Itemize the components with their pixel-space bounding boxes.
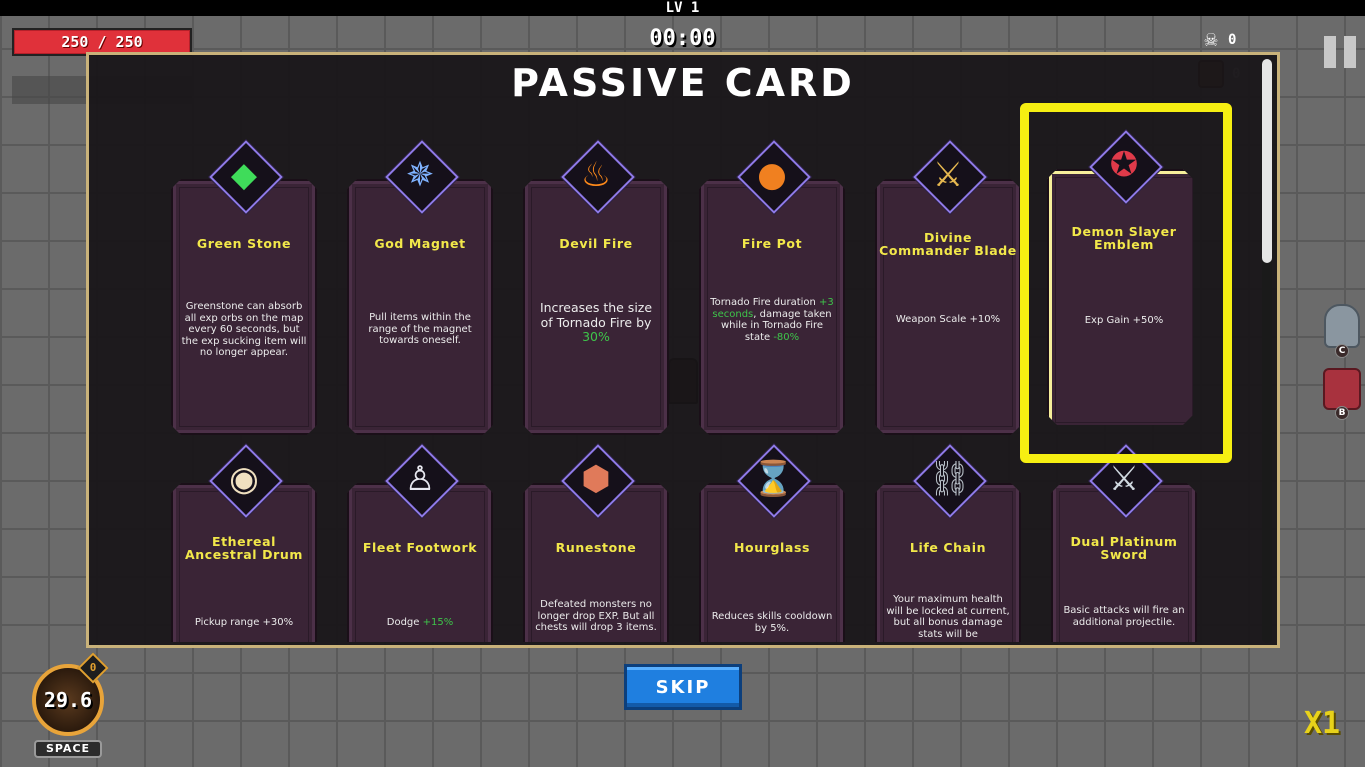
fire-pot-icon: ● xyxy=(757,155,787,195)
card-icon-frame: ◉ xyxy=(210,445,278,513)
pause-icon-bar xyxy=(1344,36,1356,68)
crossed-swords-icon: ⚔ xyxy=(1108,459,1140,499)
game-speed[interactable]: X1 xyxy=(1304,706,1340,741)
fire-icon: ♨ xyxy=(580,155,612,195)
card-name: Dual Platinum Sword xyxy=(1070,534,1178,562)
magnet-star-icon: ✵ xyxy=(405,155,435,195)
card-icon-frame: ◆ xyxy=(210,141,278,209)
runestone-icon: ⬢ xyxy=(581,459,611,499)
bag-icon xyxy=(1323,368,1361,410)
kill-count: 0 xyxy=(1228,32,1237,48)
card-icon-frame: ♙ xyxy=(386,445,454,513)
card-icon-frame: ⚔ xyxy=(914,141,982,209)
card-description: Basic attacks will fire an additional pr… xyxy=(1063,605,1185,628)
card-description: Tornado Fire duration +3 seconds, damage… xyxy=(710,297,834,343)
card-description: Your maximum health will be locked at cu… xyxy=(886,594,1010,640)
skip-button[interactable]: SKIP xyxy=(624,664,742,710)
selection-highlight xyxy=(1020,103,1232,463)
helmet-key: C xyxy=(1335,344,1349,358)
card-name: Fleet Footwork xyxy=(362,540,478,555)
card-description: Dodge +15% xyxy=(386,617,454,628)
skill-key-label: SPACE xyxy=(34,740,102,758)
drum-icon: ◉ xyxy=(229,459,259,499)
skull-icon: ☠ xyxy=(1204,27,1218,52)
game-timer: 00:00 xyxy=(649,26,716,51)
card-description: Defeated monsters no longer drop EXP. Bu… xyxy=(535,599,657,633)
card-name: Ethereal Ancestral Drum xyxy=(185,534,303,562)
skill-badge-count: 0 xyxy=(89,661,97,674)
card-icon-frame: ⌛ xyxy=(738,445,806,513)
footwork-icon: ♙ xyxy=(404,459,436,499)
card-frame xyxy=(875,179,1021,435)
card-description: Reduces skills cooldown by 5%. xyxy=(711,611,833,634)
scrollbar-thumb[interactable] xyxy=(1262,59,1272,263)
card-name: Green Stone xyxy=(196,236,292,251)
card-description: Pull items within the range of the magne… xyxy=(368,312,472,346)
card-name: Fire Pot xyxy=(741,236,803,251)
hourglass-icon: ⌛ xyxy=(752,459,795,499)
equipment-bag[interactable]: B xyxy=(1322,368,1362,420)
helmet-icon xyxy=(1324,304,1360,348)
card-description: Pickup range +30% xyxy=(194,617,294,628)
equipment-helmet[interactable]: C xyxy=(1322,304,1362,358)
level-indicator: LV 1 xyxy=(665,0,700,16)
pause-button[interactable] xyxy=(1324,36,1358,68)
card-icon-frame: ⛓ xyxy=(914,445,982,513)
chain-icon: ⛓ xyxy=(928,459,972,499)
card-description: Greenstone can absorb all exp orbs on th… xyxy=(181,301,307,358)
card-name: Divine Commander Blade xyxy=(879,230,1017,258)
card-name: Life Chain xyxy=(909,540,987,555)
card-name: God Magnet xyxy=(374,236,466,251)
scrollbar[interactable] xyxy=(1262,59,1272,643)
blade-icon: ⚔ xyxy=(932,155,964,195)
card-name: Runestone xyxy=(555,540,637,555)
kill-counter: ☠ 0 xyxy=(1198,28,1236,52)
card-icon-frame: ✵ xyxy=(386,141,454,209)
card-description: Increases the size of Tornado Fire by 30… xyxy=(539,300,653,344)
card-icon-frame: ⬢ xyxy=(562,445,630,513)
card-frame xyxy=(347,179,493,435)
card-icon-frame: ● xyxy=(738,141,806,209)
green-crystal-icon: ◆ xyxy=(230,155,258,195)
card-name: Devil Fire xyxy=(559,236,633,251)
card-description: Weapon Scale +10% xyxy=(895,314,1001,325)
bag-key: B xyxy=(1335,406,1349,420)
pause-icon-bar xyxy=(1324,36,1336,68)
card-icon-frame: ♨ xyxy=(562,141,630,209)
card-name: Hourglass xyxy=(733,540,811,555)
panel-title: PASSIVE CARD xyxy=(511,61,855,105)
